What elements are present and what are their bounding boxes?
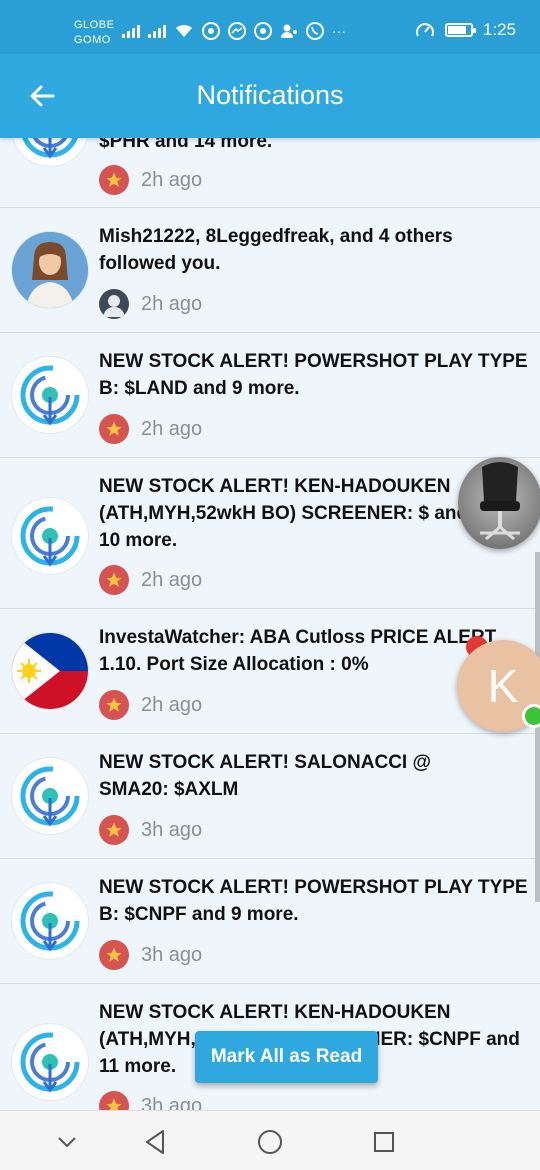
viber-icon	[306, 22, 324, 40]
notification-item[interactable]: NEW STOCK ALERT! KEN-HADOUKEN (ATH,MYH,5…	[0, 458, 540, 609]
target-icon	[12, 1024, 88, 1100]
triangle-back-icon	[146, 1130, 164, 1154]
user-photo	[12, 232, 88, 308]
target-icon	[12, 758, 88, 834]
notification-meta: 2h ago	[99, 289, 202, 319]
chevron-down-icon	[58, 1137, 76, 1148]
star-icon	[99, 1091, 129, 1110]
notification-meta: 3h ago	[99, 940, 202, 970]
app-notification-icon-2	[254, 22, 272, 40]
notification-list[interactable]: $PHR and 14 more. 2h ago Mish21222, 8Leg…	[0, 138, 540, 1110]
nav-recents-button[interactable]	[367, 1125, 401, 1159]
star-icon	[99, 690, 129, 720]
signal-icon-2	[148, 24, 166, 38]
notification-item[interactable]: NEW STOCK ALERT! SALONACCI @ SMA20: $AXL…	[0, 734, 540, 859]
notification-meta: 3h ago	[99, 815, 202, 845]
notification-text: NEW STOCK ALERT! POWERSHOT PLAY TYPE B: …	[99, 877, 528, 925]
notification-time: 2h ago	[141, 417, 203, 440]
target-icon	[12, 357, 88, 433]
notification-text: NEW STOCK ALERT! SALONACCI @ SMA20: $AXL…	[99, 752, 432, 800]
mark-all-read-button[interactable]: Mark All as Read	[195, 1031, 378, 1083]
page-title: Notifications	[196, 80, 344, 110]
signal-icon	[122, 24, 140, 38]
notification-item[interactable]: Mish21222, 8Leggedfreak, and 4 others fo…	[0, 208, 540, 333]
philippine-flag-icon	[12, 633, 88, 709]
user-icon	[99, 289, 129, 319]
star-icon	[99, 414, 129, 444]
notification-text: $PHR and 14 more.	[99, 138, 273, 152]
nav-home-button[interactable]	[253, 1125, 287, 1159]
status-bar: GLOBE GOMO ··· 1:25	[0, 0, 540, 54]
star-icon	[99, 565, 129, 595]
notification-meta: 2h ago	[99, 165, 202, 195]
notification-meta: 2h ago	[99, 414, 202, 444]
clock: 1:25	[482, 20, 516, 39]
carrier-label: GLOBE GOMO	[74, 18, 114, 48]
circle-home-icon	[258, 1130, 282, 1154]
status-right: 1:25	[415, 20, 516, 40]
notification-time: 3h ago	[141, 943, 203, 966]
notification-time: 3h ago	[141, 1094, 203, 1111]
carrier-name-1: GLOBE	[74, 19, 115, 31]
more-status-icons: ···	[332, 23, 346, 39]
chat-head-initial: K	[487, 660, 519, 712]
app-bar: Notifications	[0, 54, 540, 138]
chat-head-chair[interactable]	[458, 457, 540, 549]
battery-icon	[444, 23, 476, 37]
square-recents-icon	[374, 1132, 394, 1152]
star-icon	[99, 165, 129, 195]
nav-back-button[interactable]	[138, 1125, 172, 1159]
app-notification-icon	[202, 22, 220, 40]
messenger-icon	[228, 22, 246, 40]
notification-time: 2h ago	[141, 693, 203, 716]
system-nav-bar	[0, 1110, 540, 1170]
data-saver-icon	[415, 23, 434, 37]
star-icon	[99, 815, 129, 845]
carrier-name-2: GOMO	[74, 34, 111, 46]
notification-meta: 2h ago	[99, 690, 202, 720]
notification-item[interactable]: NEW STOCK ALERT! POWERSHOT PLAY TYPE B: …	[0, 859, 540, 984]
notification-text: NEW STOCK ALERT! KEN-HADOUKEN (ATH,MYH,5…	[99, 476, 469, 551]
star-icon	[99, 940, 129, 970]
notification-item[interactable]: $PHR and 14 more. 2h ago	[0, 138, 540, 208]
notification-meta: 3h ago	[99, 1091, 202, 1110]
online-status-indicator	[522, 704, 540, 728]
target-icon	[12, 498, 88, 574]
notification-time: 2h ago	[141, 568, 203, 591]
wifi-icon	[176, 24, 192, 37]
target-icon	[12, 883, 88, 959]
notification-time: 2h ago	[141, 292, 203, 315]
notification-item[interactable]: NEW STOCK ALERT! POWERSHOT PLAY TYPE B: …	[0, 333, 540, 458]
notification-meta: 2h ago	[99, 565, 202, 595]
notification-text: NEW STOCK ALERT! POWERSHOT PLAY TYPE B: …	[99, 351, 528, 399]
status-icons: ···	[122, 22, 346, 40]
notification-time: 2h ago	[141, 168, 203, 191]
notification-time: 3h ago	[141, 818, 203, 841]
notification-text: Mish21222, 8Leggedfreak, and 4 others fo…	[99, 226, 453, 274]
contacts-icon	[281, 24, 297, 38]
nav-collapse-button[interactable]	[50, 1125, 84, 1159]
office-chair-icon	[480, 462, 520, 541]
target-icon	[12, 138, 88, 166]
